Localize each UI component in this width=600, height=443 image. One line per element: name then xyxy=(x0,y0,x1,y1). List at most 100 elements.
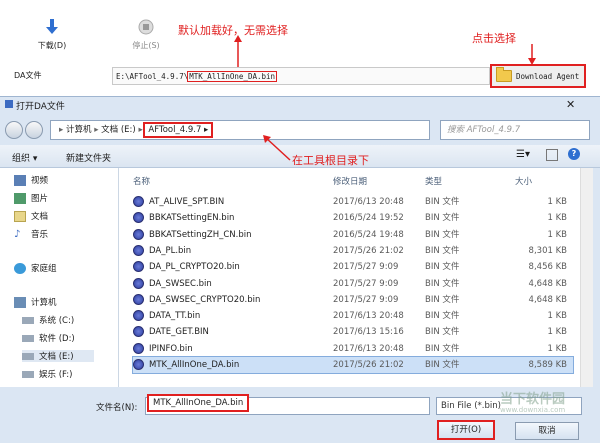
download-button[interactable]: 下载(D) xyxy=(32,18,72,51)
bin-file-icon xyxy=(133,212,144,224)
file-type: BIN 文件 xyxy=(425,343,460,354)
bin-file-icon xyxy=(133,310,144,322)
file-size: 1 KB xyxy=(547,229,567,240)
sidebar-item-drive-c[interactable]: 系统 (C:) xyxy=(22,314,74,326)
back-icon[interactable] xyxy=(5,121,23,139)
stop-button[interactable]: 停止(S) xyxy=(126,18,166,51)
file-type: BIN 文件 xyxy=(425,245,460,256)
file-size: 1 KB xyxy=(547,327,567,338)
bin-file-icon xyxy=(133,293,144,305)
file-date: 2017/6/13 20:48 xyxy=(333,311,404,322)
file-row[interactable]: DATE_GET.BIN 2017/6/13 15:16 BIN 文件 1 KB xyxy=(133,324,573,340)
file-row[interactable]: AT_ALIVE_SPT.BIN 2017/6/13 20:48 BIN 文件 1 K… xyxy=(133,194,573,210)
file-row[interactable]: DA_SWSEC.bin 2017/5/27 9:09 BIN 文件 4,648 KB xyxy=(133,276,573,292)
sidebar-item-pictures[interactable]: 图片 xyxy=(14,192,48,204)
filename-label: 文件名(N): xyxy=(96,403,138,413)
file-type: BIN 文件 xyxy=(425,278,460,289)
column-name[interactable]: 名称 xyxy=(133,175,150,187)
file-name: IPINFO.bin xyxy=(149,343,193,354)
file-row[interactable]: IPINFO.bin 2017/6/13 20:48 BIN 文件 1 KB xyxy=(133,341,573,357)
file-size: 8,456 KB xyxy=(528,262,567,273)
file-type: BIN 文件 xyxy=(425,229,460,240)
drive-icon xyxy=(22,316,34,324)
stop-label: 停止(S) xyxy=(132,41,160,50)
file-date: 2017/6/13 20:48 xyxy=(333,343,404,354)
computer-icon xyxy=(14,296,26,308)
file-size: 1 KB xyxy=(547,311,567,322)
bin-file-icon xyxy=(133,196,144,207)
file-size: 8,589 KB xyxy=(528,360,567,370)
scrollbar[interactable] xyxy=(580,168,593,387)
sidebar-item-computer[interactable]: 计算机 xyxy=(14,296,57,308)
file-row[interactable]: DATA_TT.bin 2017/6/13 20:48 BIN 文件 1 KB xyxy=(133,308,573,324)
download-arrow-icon xyxy=(46,19,58,34)
sidebar-item-documents[interactable]: 文档 xyxy=(14,210,48,222)
document-icon xyxy=(14,210,26,222)
file-row[interactable]: DA_PL.bin 2017/5/26 21:02 BIN 文件 8,301 KB xyxy=(133,243,573,259)
sidebar-item-drive-e[interactable]: 文档 (E:) xyxy=(22,350,94,362)
help-icon[interactable]: ? xyxy=(568,148,580,160)
column-type[interactable]: 类型 xyxy=(425,175,442,187)
search-input[interactable]: 搜索 AFTool_4.9.7 xyxy=(440,120,590,140)
file-name: DA_SWSEC_CRYPTO20.bin xyxy=(149,294,261,305)
bin-file-icon xyxy=(133,244,144,256)
cancel-button[interactable]: 取消 xyxy=(515,422,579,440)
file-type: BIN 文件 xyxy=(425,327,460,338)
file-date: 2016/5/24 19:48 xyxy=(333,229,404,240)
file-row[interactable]: BBKATSettingEN.bin 2016/5/24 19:52 BIN 文件 1… xyxy=(133,210,573,226)
preview-pane-icon[interactable] xyxy=(546,149,558,161)
chevron-icon: ▸ xyxy=(59,125,66,135)
file-date: 2016/5/24 19:52 xyxy=(333,213,404,224)
bin-file-icon xyxy=(133,359,144,370)
column-size[interactable]: 大小 xyxy=(515,175,532,187)
file-row[interactable]: DA_SWSEC_CRYPTO20.bin 2017/5/27 9:09 BIN 文… xyxy=(133,292,573,308)
file-name: DA_SWSEC.bin xyxy=(149,278,212,289)
file-name: DA_PL.bin xyxy=(149,245,192,256)
file-size: 1 KB xyxy=(547,213,567,224)
drive-icon xyxy=(22,334,34,342)
close-icon[interactable]: ✕ xyxy=(566,98,575,111)
navigation-pane: 视频 图片 文档 ♪ 音乐 家庭组 计算机 系统 (C:) 软件 (D:) 文档 … xyxy=(0,168,119,387)
breadcrumb-drive[interactable]: 文档 (E:) xyxy=(101,125,136,135)
file-row[interactable]: MTK_AllInOne_DA.bin 2017/5/26 21:02 BIN 文件… xyxy=(132,356,574,374)
watermark-text: 当下软件园 xyxy=(500,392,566,407)
breadcrumb-computer[interactable]: 计算机 xyxy=(66,125,92,135)
forward-icon[interactable] xyxy=(25,121,43,139)
sidebar-item-drive-d[interactable]: 软件 (D:) xyxy=(22,332,75,344)
download-label: 下载(D) xyxy=(37,41,67,50)
stop-icon xyxy=(138,19,154,35)
new-folder-button[interactable]: 新建文件夹 xyxy=(66,151,111,164)
breadcrumb-folder[interactable]: AFTool_4.9.7 xyxy=(148,125,201,135)
file-size: 4,648 KB xyxy=(528,294,567,305)
sidebar-item-drive-f[interactable]: 娱乐 (F:) xyxy=(22,368,72,380)
file-name: DATA_TT.bin xyxy=(149,311,201,322)
open-button[interactable]: 打开(O) xyxy=(437,420,495,440)
file-size: 1 KB xyxy=(547,343,567,354)
address-bar[interactable]: ▸ 计算机 ▸ 文档 (E:) ▸ AFTool_4.9.7 ▸ xyxy=(50,120,430,140)
file-name: BBKATSettingEN.bin xyxy=(149,213,235,224)
file-type: BIN 文件 xyxy=(425,213,460,224)
organize-button[interactable]: 组织 ▾ xyxy=(12,151,37,164)
column-date[interactable]: 修改日期 xyxy=(333,175,367,187)
da-path-field[interactable]: E:\AFTool_4.9.7\MTK_AllInOne_DA.bin xyxy=(112,67,490,85)
homegroup-icon xyxy=(14,262,26,274)
da-file-label: DA文件 xyxy=(14,71,42,80)
drive-icon xyxy=(22,370,34,378)
file-type: BIN 文件 xyxy=(425,294,460,305)
file-type: BIN 文件 xyxy=(425,311,460,322)
file-row[interactable]: BBKATSettingZH_CN.bin 2016/5/24 19:48 BIN … xyxy=(133,227,573,243)
file-date: 2017/5/27 9:09 xyxy=(333,262,399,273)
drive-icon xyxy=(22,352,34,360)
da-path-file: MTK_AllInOne_DA.bin xyxy=(187,71,278,82)
view-options-icon[interactable]: ☰▾ xyxy=(516,149,530,160)
filename-value[interactable]: MTK_AllInOne_DA.bin xyxy=(147,394,250,412)
download-agent-button[interactable]: Download Agent xyxy=(490,64,586,88)
sidebar-item-music[interactable]: ♪ 音乐 xyxy=(14,228,48,241)
file-name: DATE_GET.BIN xyxy=(149,327,209,338)
dialog-app-icon xyxy=(5,100,13,108)
sidebar-item-homegroup[interactable]: 家庭组 xyxy=(14,262,57,274)
file-size: 1 KB xyxy=(547,197,567,207)
file-type: BIN 文件 xyxy=(425,262,460,273)
sidebar-item-videos[interactable]: 视频 xyxy=(14,174,48,186)
file-row[interactable]: DA_PL_CRYPTO20.bin 2017/5/27 9:09 BIN 文件 8,… xyxy=(133,259,573,275)
